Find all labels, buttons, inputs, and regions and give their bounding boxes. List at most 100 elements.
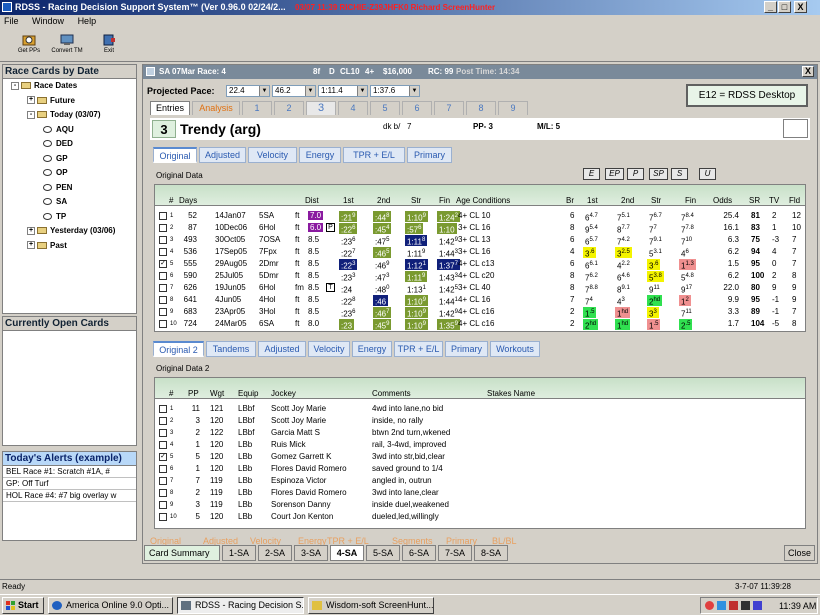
tree-node[interactable]: AQU xyxy=(43,125,74,134)
subtab-original[interactable]: Original xyxy=(153,147,197,163)
row-checkbox[interactable] xyxy=(159,224,167,232)
row-checkbox[interactable] xyxy=(159,212,167,220)
subtab-adjusted[interactable]: Adjusted xyxy=(199,147,246,163)
table-row[interactable]: 8 2 119 LBb Flores David Romero 3wd into lane… xyxy=(155,487,805,499)
close-button[interactable]: Close xyxy=(784,545,815,561)
row-checkbox[interactable] xyxy=(159,296,167,304)
tree-node[interactable]: GP xyxy=(43,154,68,163)
table-row[interactable]: 2 3 120 LBbf Scott Joy Marie inside, no rally xyxy=(155,415,805,427)
table-row[interactable]: 8 641 4Jun05 4Hol ft 8.5:228:46 1:109 1:441 4+ C… xyxy=(155,294,805,307)
menu-help[interactable]: Help xyxy=(78,16,97,26)
tree-node[interactable]: + Future xyxy=(27,96,75,105)
table-row[interactable]: 7 626 19Jun05 6Hol fm 8.5 T:24:480 1:131 1:425 3+… xyxy=(155,282,805,295)
subtab2-tandems[interactable]: Tandems xyxy=(206,341,256,357)
subtab2-tpr-e-l[interactable]: TPR + E/L xyxy=(394,341,443,357)
expand-icon[interactable]: + xyxy=(27,241,35,250)
table-row[interactable]: 6 1 120 LBb Flores David Romero saved ground … xyxy=(155,463,805,475)
style-button-p[interactable]: P xyxy=(627,168,644,180)
tray-icon[interactable] xyxy=(729,601,738,610)
table-row[interactable]: 3 2 122 LBbf Garcia Matt S btwn 2nd turn,wken… xyxy=(155,427,805,439)
row-checkbox[interactable] xyxy=(159,465,167,473)
menu-file[interactable]: File xyxy=(4,16,19,26)
tree-node[interactable]: - Race Dates xyxy=(11,81,77,90)
tree-node[interactable]: + Yesterday (03/06) xyxy=(27,226,115,235)
subtab-energy[interactable]: Energy xyxy=(299,147,341,163)
alert-item[interactable]: GP: Off Turf xyxy=(3,478,136,490)
table-row[interactable]: ✓ 5 5 120 LBb Gomez Garrett K 3wd into str,bid… xyxy=(155,451,805,463)
tree-node[interactable]: TP xyxy=(43,212,66,221)
table-row[interactable]: 10 5 120 LBb Court Jon Kenton dueled,led,will… xyxy=(155,511,805,523)
start-button[interactable]: Start xyxy=(2,597,44,614)
table-row[interactable]: 9 3 119 LBb Sorenson Danny inside duel,weaken… xyxy=(155,499,805,511)
tray-icon[interactable] xyxy=(705,601,714,610)
row-checkbox[interactable] xyxy=(159,441,167,449)
row-checkbox[interactable] xyxy=(159,272,167,280)
tree-node[interactable]: + Past xyxy=(27,241,67,250)
task-rdss[interactable]: RDSS - Racing Decision S... xyxy=(177,597,304,614)
table-row[interactable]: 6 590 25Jul05 5Dmr ft 8.5:233:473 1:119 1:433 4+… xyxy=(155,270,805,283)
row-checkbox[interactable] xyxy=(159,405,167,413)
table-row[interactable]: 4 536 17Sep05 7Fpx ft 8.5:227:465 1:119 1:443 3+… xyxy=(155,246,805,259)
pace-select-3[interactable]: 1:11.4 ▼ xyxy=(318,85,368,97)
row-checkbox[interactable] xyxy=(159,284,167,292)
card-tab-7-sa[interactable]: 7-SA xyxy=(438,545,472,561)
tray-icon[interactable] xyxy=(741,601,750,610)
tab-3[interactable]: 3 xyxy=(306,101,336,115)
menu-window[interactable]: Window xyxy=(32,16,64,26)
table-row[interactable]: 2 87 10Dec06 6Hol ft 6.0 P:226:454:576 1:10 3+ C… xyxy=(155,222,805,235)
tree-node[interactable]: - Today (03/07) xyxy=(27,110,101,119)
subtab2-workouts[interactable]: Workouts xyxy=(490,341,540,357)
style-button-ep[interactable]: EP xyxy=(605,168,624,180)
style-button-e[interactable]: E xyxy=(583,168,600,180)
row-checkbox[interactable] xyxy=(159,501,167,509)
expand-icon[interactable]: + xyxy=(27,226,35,235)
card-tab-card-summary[interactable]: Card Summary xyxy=(144,545,220,561)
get-pps-button[interactable]: Get PPs xyxy=(10,32,48,60)
table-row[interactable]: ✓ 5 555 29Aug05 2Dmr ft 8.5:223:469 1:121 1:377 4… xyxy=(155,258,805,271)
task-screenhunter[interactable]: Wisdom-soft ScreenHunt... xyxy=(308,597,434,614)
tree-node[interactable]: OP xyxy=(43,168,68,177)
card-tab-8-sa[interactable]: 8-SA xyxy=(474,545,508,561)
row-checkbox[interactable]: ✓ xyxy=(159,453,167,461)
desktop-shortcut[interactable]: E12 = RDSS Desktop xyxy=(686,84,808,107)
style-button-s[interactable]: S xyxy=(671,168,688,180)
tab-7[interactable]: 7 xyxy=(434,101,464,115)
expand-icon[interactable]: + xyxy=(27,96,35,105)
card-tab-2-sa[interactable]: 2-SA xyxy=(258,545,292,561)
tree-node[interactable]: PEN xyxy=(43,183,72,192)
tab-entries[interactable]: Entries xyxy=(150,101,190,115)
row-checkbox[interactable] xyxy=(159,236,167,244)
style-button-sp[interactable]: SP xyxy=(649,168,668,180)
task-aol[interactable]: America Online 9.0 Opti... xyxy=(48,597,173,614)
pace-select-4[interactable]: 1:37.6 ▼ xyxy=(370,85,420,97)
table-row[interactable]: 1 11 121 LBbf Scott Joy Marie 4wd into lane,n… xyxy=(155,403,805,415)
row-checkbox[interactable] xyxy=(159,308,167,316)
row-checkbox[interactable]: ✓ xyxy=(159,260,167,268)
tab-4[interactable]: 4 xyxy=(338,101,368,115)
style-button-u[interactable]: U xyxy=(699,168,716,180)
card-tab-5-sa[interactable]: 5-SA xyxy=(366,545,400,561)
card-tab-1-sa[interactable]: 1-SA xyxy=(222,545,256,561)
row-checkbox[interactable] xyxy=(159,248,167,256)
exit-button[interactable]: Exit xyxy=(90,32,128,60)
tab-9[interactable]: 9 xyxy=(498,101,528,115)
card-tab-3-sa[interactable]: 3-SA xyxy=(294,545,328,561)
row-checkbox[interactable] xyxy=(159,513,167,521)
tab-2[interactable]: 2 xyxy=(274,101,304,115)
table-row[interactable]: 9 683 23Apr05 3Hol ft 8.5:236:467 1:109 1:429 4+… xyxy=(155,306,805,319)
tab-6[interactable]: 6 xyxy=(402,101,432,115)
table-row[interactable]: 7 7 119 LBb Espinoza Victor angled in, outrun xyxy=(155,475,805,487)
minimize-button[interactable]: _ xyxy=(764,1,777,13)
tab-analysis[interactable]: Analysis xyxy=(192,101,240,115)
subtab-primary[interactable]: Primary xyxy=(407,147,452,163)
tab-8[interactable]: 8 xyxy=(466,101,496,115)
tab-1[interactable]: 1 xyxy=(242,101,272,115)
maximize-button[interactable]: □ xyxy=(778,1,791,13)
table-row[interactable]: 4 1 120 LBb Ruis Mick rail, 3-4wd, improved xyxy=(155,439,805,451)
close-window-button[interactable]: X xyxy=(794,1,807,13)
table-row[interactable]: 1 52 14Jan07 5SA ft 7.0:219:448 1:109 1:242 4+ C… xyxy=(155,210,805,223)
convert-tm-button[interactable]: Convert TM xyxy=(48,32,86,60)
card-tab-6-sa[interactable]: 6-SA xyxy=(402,545,436,561)
expand-icon[interactable]: - xyxy=(27,110,35,119)
row-checkbox[interactable] xyxy=(159,429,167,437)
